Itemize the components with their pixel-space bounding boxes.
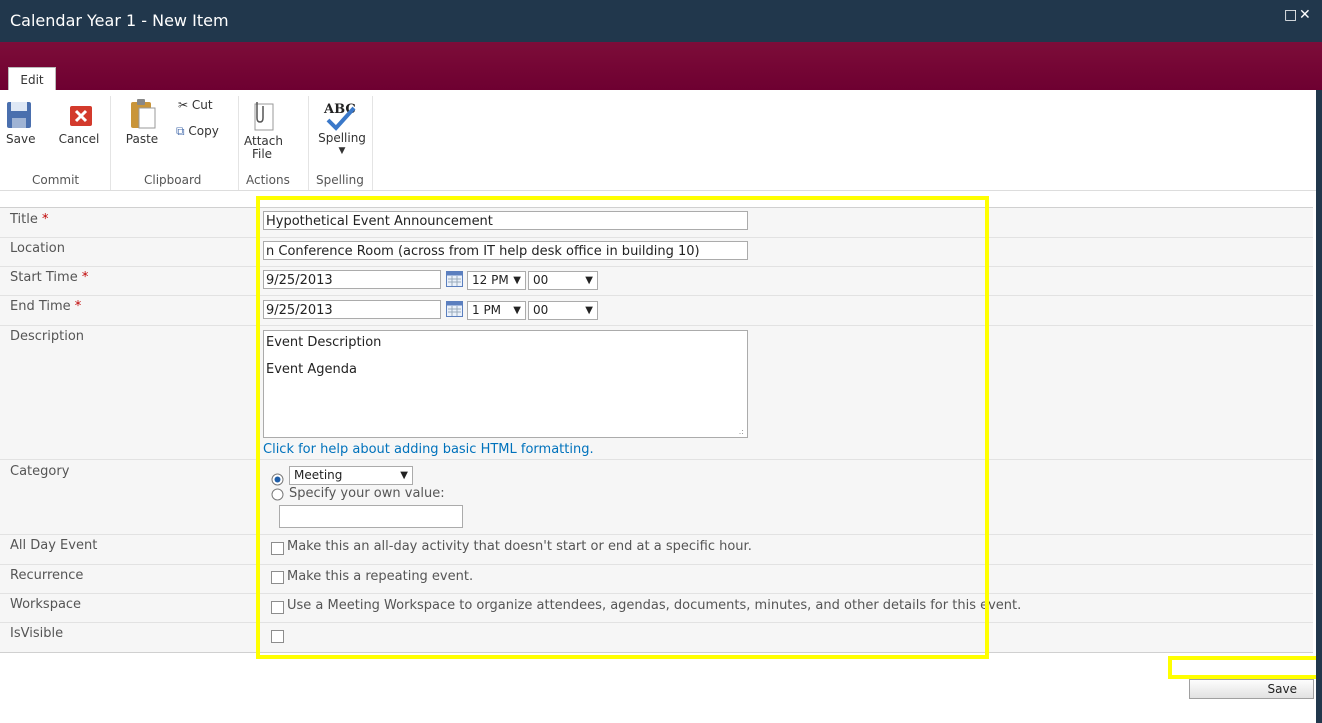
- group-clipboard-label: Clipboard: [144, 173, 202, 187]
- chevron-down-icon: ▼: [338, 146, 346, 156]
- paperclip-icon: [254, 102, 274, 131]
- window-titlebar: Calendar Year 1 - New Item □ ✕: [0, 0, 1322, 42]
- group-actions-label: Actions: [246, 173, 290, 187]
- ribbon-divider: [372, 96, 373, 190]
- highlight-box-save: [1168, 656, 1322, 679]
- ribbon-paste-button[interactable]: Paste: [122, 98, 162, 146]
- close-icon[interactable]: ✕: [1299, 8, 1311, 22]
- field-label-end-time: End Time *: [10, 299, 82, 314]
- ribbon-attach-file-button[interactable]: Attach File: [244, 98, 283, 161]
- field-label-start-time: Start Time *: [10, 270, 89, 285]
- scissors-icon: ✂: [178, 98, 189, 112]
- field-label-isvisible: IsVisible: [10, 626, 64, 641]
- field-label-location: Location: [10, 241, 65, 256]
- ribbon-save-button[interactable]: Save: [6, 100, 35, 146]
- cancel-x-icon: [70, 106, 92, 126]
- floppy-disk-icon: [7, 102, 31, 128]
- ribbon-tab-band: [0, 42, 1322, 90]
- ribbon-copy-button[interactable]: ⧉ Copy: [176, 124, 219, 139]
- field-label-category: Category: [10, 464, 70, 479]
- group-spelling-label: Spelling: [316, 173, 364, 187]
- field-label-workspace: Workspace: [10, 597, 82, 612]
- ribbon-spelling-button[interactable]: ABC Spelling ▼: [314, 100, 370, 158]
- window-border: [1316, 90, 1322, 723]
- spelling-check-icon: ABC: [314, 100, 370, 132]
- save-button[interactable]: Save: [1189, 679, 1314, 699]
- ribbon-divider: [110, 96, 111, 190]
- field-label-all-day-event: All Day Event: [10, 538, 98, 553]
- field-label-recurrence: Recurrence: [10, 568, 84, 583]
- tab-edit[interactable]: Edit: [8, 67, 56, 92]
- ribbon-cancel-button[interactable]: Cancel: [56, 100, 102, 146]
- paste-clipboard-icon: [131, 99, 156, 129]
- copy-icon: ⧉: [176, 124, 185, 138]
- ribbon-divider: [238, 96, 239, 190]
- window-title: Calendar Year 1 - New Item: [10, 11, 229, 30]
- maximize-icon[interactable]: □: [1284, 8, 1297, 22]
- highlight-box-form-fields: [256, 196, 989, 659]
- ribbon-cut-button[interactable]: ✂ Cut: [178, 98, 213, 112]
- group-commit-label: Commit: [32, 173, 80, 187]
- ribbon-divider: [308, 96, 309, 190]
- field-label-title: Title *: [10, 212, 49, 227]
- field-label-description: Description: [10, 329, 85, 344]
